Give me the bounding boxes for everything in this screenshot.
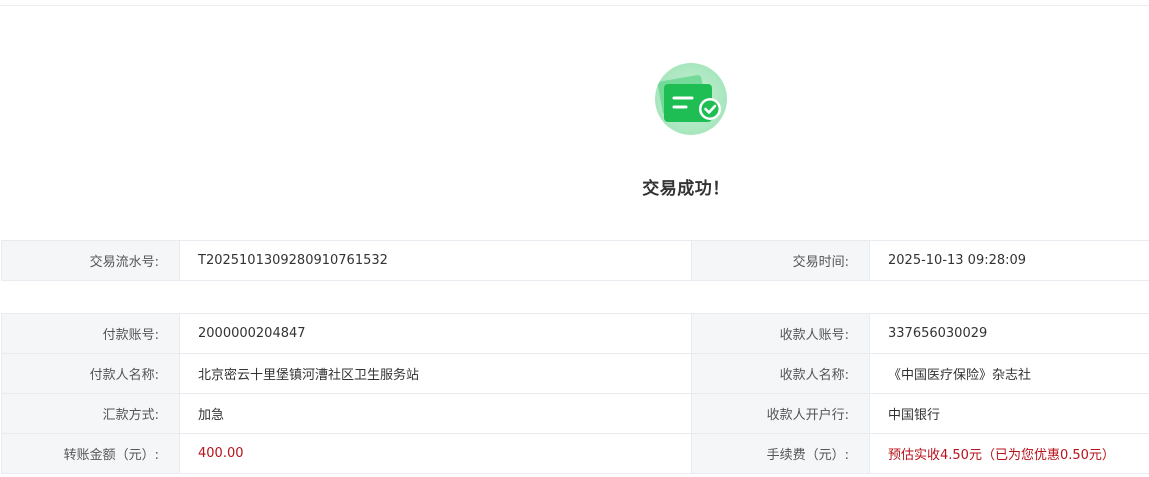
payee-account-label: 收款人账号: bbox=[691, 313, 870, 354]
transaction-result-page: 交易成功！ 交易流水号: T2025101309280910761532 交易时… bbox=[0, 0, 1149, 477]
transaction-time-value: 2025-10-13 09:28:09 bbox=[869, 240, 1149, 281]
remit-method-label: 汇款方式: bbox=[1, 393, 180, 434]
table-row: 转账金额（元）: 400.00 手续费（元）: 预估实收4.50元（已为您优惠0… bbox=[1, 433, 1149, 474]
serial-number-value: T2025101309280910761532 bbox=[179, 240, 692, 281]
transfer-amount-label: 转账金额（元）: bbox=[1, 433, 180, 474]
serial-number-label: 交易流水号: bbox=[1, 240, 180, 281]
success-title: 交易成功！ bbox=[642, 179, 730, 199]
remit-method-value: 加急 bbox=[179, 393, 692, 434]
fee-label: 手续费（元）: bbox=[691, 433, 870, 474]
payer-name-value: 北京密云十里堡镇河漕社区卫生服务站 bbox=[179, 353, 692, 394]
payer-account-label: 付款账号: bbox=[1, 313, 180, 354]
table-row: 汇款方式: 加急 收款人开户行: 中国银行 bbox=[1, 393, 1149, 434]
payer-account-value: 2000000204847 bbox=[179, 313, 692, 354]
transaction-summary-table: 交易流水号: T2025101309280910761532 交易时间: 202… bbox=[1, 240, 1149, 281]
payment-success-icon bbox=[654, 62, 728, 136]
payee-account-value: 337656030029 bbox=[869, 313, 1149, 354]
fee-discount: （已为您优惠0.50元） bbox=[981, 448, 1115, 463]
fee-estimate: 预估实收4.50元 bbox=[888, 448, 982, 463]
payee-name-value: 《中国医疗保险》杂志社 bbox=[869, 353, 1149, 394]
fee-value: 预估实收4.50元（已为您优惠0.50元） bbox=[869, 433, 1149, 474]
transfer-details-table: 付款账号: 2000000204847 收款人账号: 337656030029 … bbox=[1, 313, 1149, 474]
table-row: 付款人名称: 北京密云十里堡镇河漕社区卫生服务站 收款人名称: 《中国医疗保险》… bbox=[1, 353, 1149, 394]
transfer-amount-value: 400.00 bbox=[179, 433, 692, 474]
payee-bank-label: 收款人开户行: bbox=[691, 393, 870, 434]
table-row: 付款账号: 2000000204847 收款人账号: 337656030029 bbox=[1, 313, 1149, 354]
transaction-time-label: 交易时间: bbox=[691, 240, 870, 281]
top-divider bbox=[0, 5, 1149, 6]
payer-name-label: 付款人名称: bbox=[1, 353, 180, 394]
payee-name-label: 收款人名称: bbox=[691, 353, 870, 394]
payee-bank-value: 中国银行 bbox=[869, 393, 1149, 434]
table-row: 交易流水号: T2025101309280910761532 交易时间: 202… bbox=[1, 240, 1149, 281]
